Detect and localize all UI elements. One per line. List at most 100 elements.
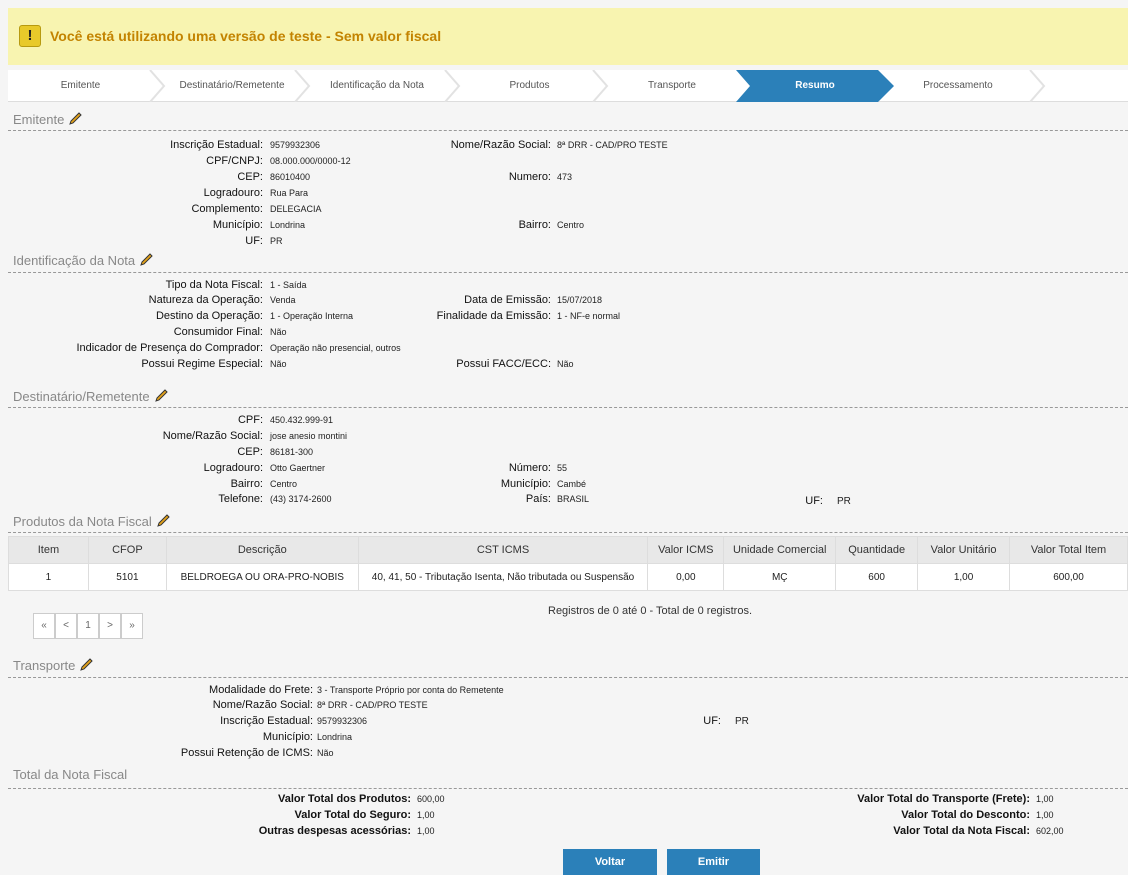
label-cpf: CPF:: [237, 414, 263, 426]
value-presenca: Operação não presencial, outros: [270, 343, 401, 353]
value-telefone: (43) 3174-2600: [270, 494, 332, 504]
step-identificacao[interactable]: Identificação da Nota: [311, 70, 443, 102]
value-numero: 473: [557, 172, 573, 182]
table-cell: 1,00: [917, 563, 1011, 591]
section-title: Transporte: [13, 658, 76, 673]
value-retencao: Não: [317, 748, 334, 758]
label-cep: CEP:: [237, 446, 263, 458]
value-municipio: Cambé: [557, 479, 587, 489]
value-data: 15/07/2018: [557, 295, 603, 305]
divider: [8, 130, 1128, 131]
step-resumo[interactable]: Resumo: [750, 70, 880, 102]
step-separator-icon: [294, 70, 311, 102]
step-emitente[interactable]: Emitente: [8, 70, 153, 102]
label-ie: Inscrição Estadual:: [170, 139, 263, 151]
section-transporte: Transporte: [13, 658, 95, 673]
label-municipio: Município:: [262, 731, 313, 743]
label-cpf: CPF/CNPJ:: [206, 155, 263, 167]
table-header-row: Item CFOP Descrição CST ICMS Valor ICMS …: [8, 536, 1128, 564]
pencil-icon[interactable]: [79, 658, 95, 672]
column-header: CST ICMS: [357, 536, 649, 564]
value-pais: BRASIL: [557, 494, 590, 504]
label-tipo: Tipo da Nota Fiscal:: [165, 279, 263, 291]
step-produtos[interactable]: Produtos: [461, 70, 598, 102]
value-total-seguro: 1,00: [417, 810, 435, 820]
next-page-button[interactable]: >: [99, 613, 121, 639]
step-transporte[interactable]: Transporte: [608, 70, 736, 102]
label-total-produtos: Valor Total dos Produtos:: [277, 793, 411, 805]
label-total-frete: Valor Total do Transporte (Frete):: [857, 793, 1030, 805]
table-cell: 0,00: [647, 563, 725, 591]
last-page-button[interactable]: »: [121, 613, 143, 639]
label-municipio: Município:: [212, 219, 263, 231]
label-total-seguro: Valor Total do Seguro:: [294, 809, 411, 821]
label-logradouro: Logradouro:: [203, 462, 263, 474]
pencil-icon[interactable]: [68, 112, 84, 126]
pencil-icon[interactable]: [156, 514, 172, 528]
label-total-desconto: Valor Total do Desconto:: [901, 809, 1030, 821]
value-nome: 8ª DRR - CAD/PRO TESTE: [317, 700, 428, 710]
label-outras-despesas: Outras despesas acessórias:: [258, 825, 411, 837]
value-nome: jose anesio montini: [270, 431, 348, 441]
label-cep: CEP:: [237, 171, 263, 183]
step-destinatario[interactable]: Destinatário/Remetente: [166, 70, 298, 102]
emitir-button[interactable]: Emitir: [667, 849, 760, 875]
table-cell: MÇ: [723, 563, 837, 591]
pencil-icon[interactable]: [139, 253, 155, 267]
value-municipio: Londrina: [317, 732, 353, 742]
column-header: Unidade Comercial: [723, 536, 837, 564]
value-uf: PR: [270, 236, 283, 246]
section-identificacao: Identificação da Nota: [13, 253, 155, 268]
label-regime: Possui Regime Especial:: [141, 358, 263, 370]
page-1-button[interactable]: 1: [77, 613, 99, 639]
divider: [8, 407, 1128, 408]
value-ie: 9579932306: [270, 140, 321, 150]
value-natureza: Venda: [270, 295, 296, 305]
step-processamento[interactable]: Processamento: [883, 70, 1033, 102]
table-cell: 5101: [87, 563, 167, 591]
label-modalidade: Modalidade do Frete:: [209, 684, 313, 696]
label-ie: Inscrição Estadual:: [220, 715, 313, 727]
value-logradouro: Rua Para: [270, 188, 309, 198]
value-consumidor: Não: [270, 327, 287, 337]
value-nome: 8ª DRR - CAD/PRO TESTE: [557, 140, 668, 150]
value-uf: PR: [837, 496, 851, 507]
label-data: Data de Emissão:: [464, 294, 551, 306]
prev-page-button[interactable]: <: [55, 613, 77, 639]
trial-alert: ! Você está utilizando uma versão de tes…: [8, 8, 1128, 65]
value-total-frete: 1,00: [1036, 794, 1054, 804]
value-outras-despesas: 1,00: [417, 826, 435, 836]
label-consumidor: Consumidor Final:: [173, 326, 263, 338]
label-numero: Número:: [508, 462, 551, 474]
first-page-button[interactable]: «: [33, 613, 55, 639]
label-retencao: Possui Retenção de ICMS:: [180, 747, 313, 759]
section-destinatario: Destinatário/Remetente: [13, 389, 170, 404]
voltar-button[interactable]: Voltar: [563, 849, 657, 875]
value-facc: Não: [557, 359, 574, 369]
label-pais: País:: [525, 493, 551, 505]
products-table: Item CFOP Descrição CST ICMS Valor ICMS …: [8, 536, 1128, 591]
table-cell: 600,00: [1009, 563, 1128, 591]
value-total-nota: 602,00: [1036, 826, 1064, 836]
pencil-icon[interactable]: [154, 389, 170, 403]
label-facc: Possui FACC/ECC:: [456, 358, 551, 370]
label-uf: UF:: [245, 235, 263, 247]
table-cell: 40, 41, 50 - Tributação Isenta, Não trib…: [357, 563, 649, 591]
section-title: Destinatário/Remetente: [13, 389, 150, 404]
label-finalidade: Finalidade da Emissão:: [436, 310, 551, 322]
section-total: Total da Nota Fiscal: [13, 767, 127, 782]
divider: [8, 677, 1128, 678]
value-destino: 1 - Operação Interna: [270, 311, 354, 321]
value-cep: 86181-300: [270, 447, 314, 457]
label-destino: Destino da Operação:: [155, 310, 263, 322]
table-cell: 1: [8, 563, 89, 591]
column-header: Valor Total Item: [1009, 536, 1128, 564]
table-cell: BELDROEGA OU ORA-PRO-NOBIS: [165, 563, 359, 591]
section-title: Produtos da Nota Fiscal: [13, 514, 152, 529]
value-logradouro: Otto Gaertner: [270, 463, 326, 473]
section-title: Total da Nota Fiscal: [13, 767, 128, 782]
label-uf: UF:: [805, 495, 823, 507]
divider: [8, 532, 1128, 533]
table-row[interactable]: 1 5101 BELDROEGA OU ORA-PRO-NOBIS 40, 41…: [8, 563, 1128, 591]
column-header: Descrição: [165, 536, 359, 564]
